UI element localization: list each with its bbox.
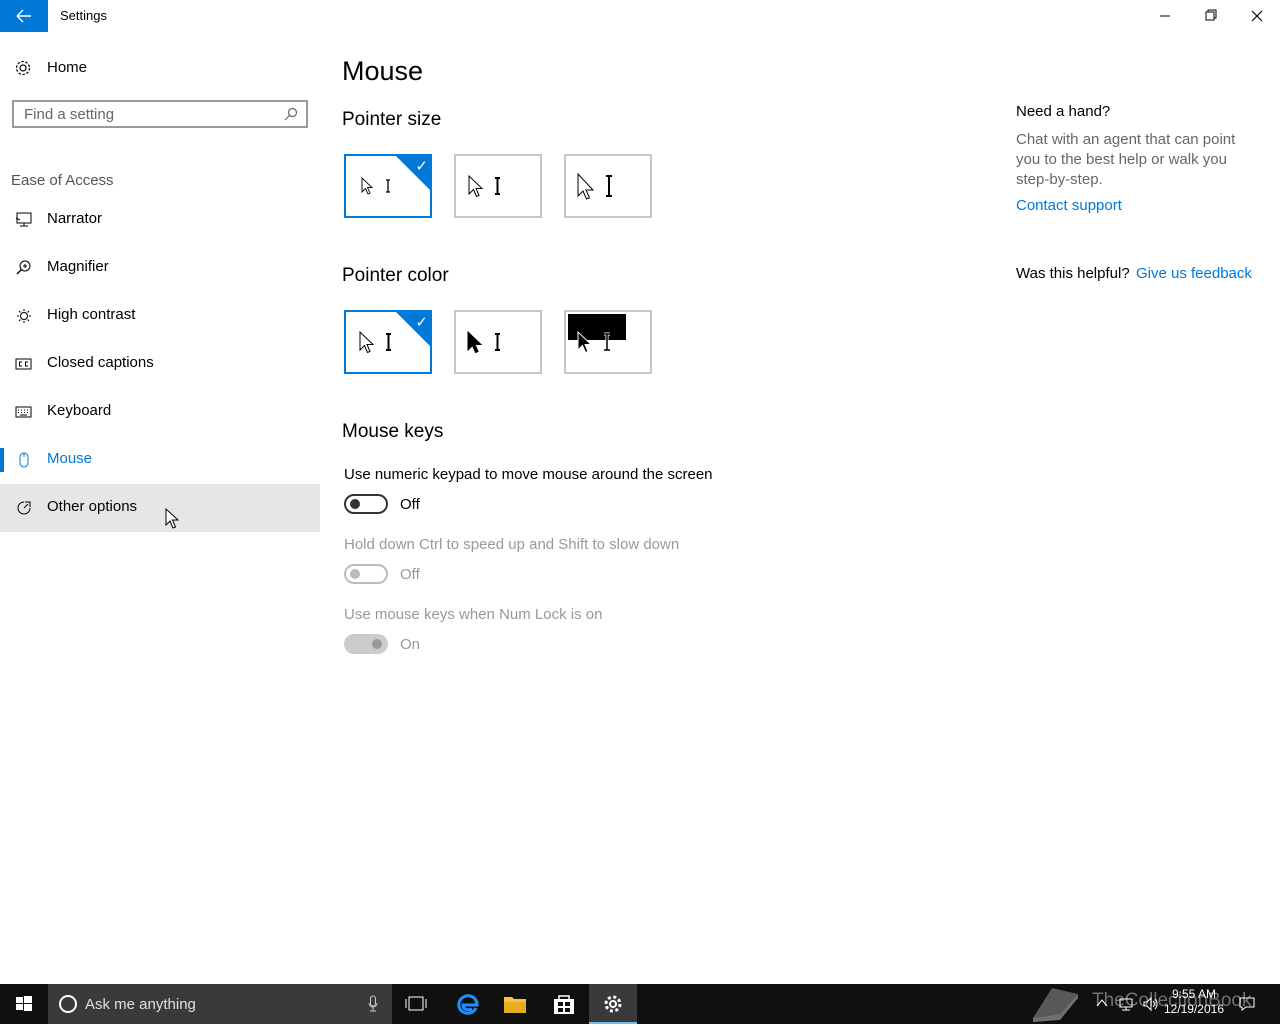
- sidebar-item-label: Narrator: [47, 210, 103, 227]
- pointer-color-heading: Pointer color: [342, 265, 449, 286]
- cortana-placeholder: Ask me anything: [85, 996, 196, 1013]
- sidebar-item-other-options[interactable]: Other options: [0, 484, 320, 532]
- selection-indicator: [0, 448, 4, 472]
- ctrl-shift-speed-toggle[interactable]: [344, 564, 388, 584]
- closed-captions-icon: [15, 358, 32, 370]
- toggle-knob: [372, 639, 382, 649]
- network-icon[interactable]: [1118, 996, 1134, 1012]
- action-center-icon[interactable]: [1238, 996, 1256, 1012]
- num-lock-toggle[interactable]: [344, 634, 388, 654]
- clock-time: 9:55 AM: [1171, 987, 1216, 1001]
- numeric-keypad-label: Use numeric keypad to move mouse around …: [344, 466, 713, 483]
- keyboard-icon: [15, 406, 32, 418]
- sidebar-item-label: Keyboard: [47, 402, 112, 419]
- narrator-icon: [15, 212, 32, 227]
- back-arrow-icon: [16, 9, 31, 23]
- mouse-cursor-icon: [165, 508, 179, 529]
- sidebar-item-label: Closed captions: [47, 354, 154, 371]
- help-body: Chat with an agent that can point you to…: [1016, 131, 1236, 188]
- pointer-large-preview-icon: [577, 172, 612, 200]
- file-explorer-button[interactable]: [491, 984, 539, 1024]
- magnifier-icon: [16, 260, 31, 275]
- home-label: Home: [47, 59, 88, 76]
- sidebar-item-magnifier[interactable]: Magnifier: [0, 244, 320, 292]
- pointer-color-white-option[interactable]: ✓: [344, 310, 432, 374]
- section-header-ease-of-access: Ease of Access: [11, 172, 114, 189]
- pointer-size-medium-option[interactable]: [454, 154, 542, 218]
- restore-button[interactable]: [1188, 0, 1234, 32]
- num-lock-label: Use mouse keys when Num Lock is on: [344, 606, 603, 623]
- sidebar-item-closed-captions[interactable]: Closed captions: [0, 340, 320, 388]
- find-setting-search[interactable]: [12, 100, 308, 128]
- give-feedback-link[interactable]: Give us feedback: [1136, 265, 1252, 282]
- sidebar-item-label: High contrast: [47, 306, 136, 323]
- folder-icon: [504, 997, 526, 1013]
- pointer-black-preview-icon: [467, 330, 500, 354]
- minimize-icon: [1160, 15, 1170, 17]
- edge-icon: [457, 994, 479, 1015]
- volume-icon[interactable]: [1142, 996, 1160, 1012]
- sidebar-item-narrator[interactable]: Narrator: [0, 196, 320, 244]
- numeric-keypad-state: Off: [400, 496, 420, 513]
- microphone-icon[interactable]: [368, 995, 378, 1013]
- helpful-question: Was this helpful?: [1016, 265, 1130, 282]
- ctrl-shift-speed-state: Off: [400, 566, 420, 583]
- pointer-medium-preview-icon: [468, 174, 500, 198]
- numeric-keypad-toggle[interactable]: [344, 494, 388, 514]
- gear-icon: [15, 60, 31, 76]
- sidebar-item-label: Magnifier: [47, 258, 109, 275]
- minimize-button[interactable]: [1142, 0, 1188, 32]
- sidebar-item-keyboard[interactable]: Keyboard: [0, 388, 320, 436]
- search-icon: [284, 107, 298, 121]
- close-icon: [1251, 10, 1263, 22]
- sidebar-item-high-contrast[interactable]: High contrast: [0, 292, 320, 340]
- edge-taskbar-button[interactable]: [443, 984, 491, 1024]
- cortana-icon: [59, 995, 77, 1013]
- home-button[interactable]: Home: [0, 52, 320, 84]
- pointer-size-heading: Pointer size: [342, 109, 442, 130]
- pointer-color-inverted-option[interactable]: [564, 310, 652, 374]
- help-title: Need a hand?: [1016, 103, 1111, 120]
- sidebar-item-label: Mouse: [47, 450, 93, 467]
- toggle-knob: [350, 499, 360, 509]
- start-button[interactable]: [0, 984, 48, 1024]
- mouse-keys-heading: Mouse keys: [342, 421, 444, 442]
- pointer-color-black-option[interactable]: [454, 310, 542, 374]
- num-lock-state: On: [400, 636, 421, 653]
- cortana-search-box[interactable]: Ask me anything: [48, 984, 392, 1024]
- task-view-button[interactable]: [392, 984, 440, 1024]
- settings-gear-icon: [604, 995, 622, 1013]
- system-clock[interactable]: 9:55 AM 12/19/2016: [1164, 987, 1224, 1017]
- title-bar: Settings: [0, 0, 1280, 32]
- store-icon: [554, 995, 574, 1014]
- settings-taskbar-button[interactable]: [589, 984, 637, 1024]
- task-view-icon: [405, 996, 427, 1011]
- page-title: Mouse: [342, 56, 424, 86]
- windows-logo-icon: [16, 996, 32, 1011]
- back-button[interactable]: [0, 0, 48, 32]
- other-options-icon: [17, 501, 31, 515]
- mouse-icon: [19, 452, 29, 468]
- checkmark-icon: ✓: [415, 314, 428, 331]
- store-taskbar-button[interactable]: [540, 984, 588, 1024]
- window-title: Settings: [60, 8, 107, 23]
- high-contrast-icon: [17, 309, 31, 323]
- clock-date: 12/19/2016: [1163, 1002, 1224, 1016]
- contact-support-link[interactable]: Contact support: [1016, 197, 1122, 214]
- sidebar-item-label: Other options: [47, 498, 138, 515]
- sidebar: Home Ease of Access Narrator Magnifier H…: [0, 32, 320, 984]
- book-watermark-icon: [1033, 988, 1078, 1022]
- search-input[interactable]: [24, 106, 274, 123]
- pointer-size-small-option[interactable]: ✓: [344, 154, 432, 218]
- taskbar: Ask me anything TheCollectionBook 9:55 A…: [0, 984, 1280, 1024]
- chevron-up-icon[interactable]: [1095, 996, 1109, 1010]
- ctrl-shift-speed-label: Hold down Ctrl to speed up and Shift to …: [344, 536, 680, 553]
- sidebar-item-mouse[interactable]: Mouse: [0, 436, 320, 484]
- pointer-inverted-preview-icon: [568, 314, 626, 354]
- checkmark-icon: ✓: [415, 158, 428, 175]
- restore-icon: [1205, 9, 1217, 21]
- close-button[interactable]: [1234, 0, 1280, 32]
- pointer-size-large-option[interactable]: [564, 154, 652, 218]
- toggle-knob: [350, 569, 360, 579]
